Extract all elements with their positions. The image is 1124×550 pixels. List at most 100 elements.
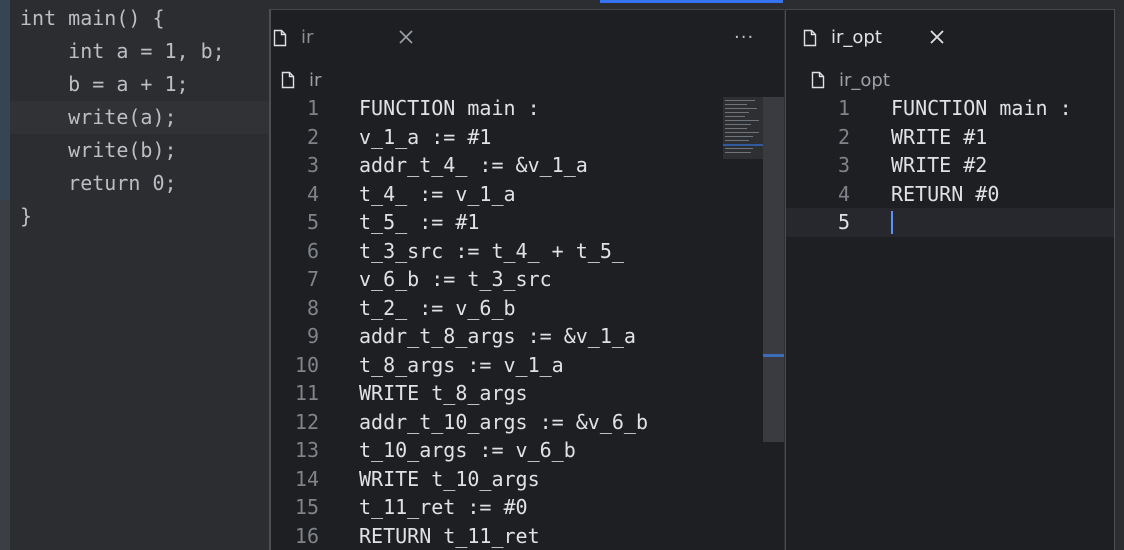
code-line[interactable]: 8 t_2_ := v_6_b [271,294,784,323]
line-number: 2 [837,124,850,149]
source-line-current[interactable]: write(a); [10,101,272,134]
line-text[interactable]: WRITE #1 [891,123,987,152]
line-text[interactable]: addr_t_8_args := &v_1_a [359,322,636,351]
ir-opt-tab-bar: ir_opt [786,10,1114,65]
line-number: 15 [294,495,319,519]
breadcrumb-label: ir [309,69,322,91]
tab-label: ir [301,27,314,48]
line-number: 10 [294,352,319,377]
line-text[interactable]: WRITE t_8_args [359,379,528,408]
code-line[interactable]: 13 t_10_args := v_6_b [271,436,784,465]
line-number: 6 [306,238,319,263]
minimap[interactable] [723,97,763,159]
file-icon [811,71,825,89]
file-icon [281,71,295,89]
line-number: 9 [306,324,319,348]
source-line[interactable]: } [10,200,272,233]
vertical-scrollbar[interactable] [763,97,784,442]
source-line[interactable]: b = a + 1; [10,68,272,101]
source-line[interactable]: return 0; [10,167,272,200]
ir-opt-code-area[interactable]: 1 FUNCTION main : 2 WRITE #1 3 WRITE #2 4 RE… [786,94,1114,237]
source-gutter [0,0,10,550]
ir-code-area[interactable]: 1 FUNCTION main : 2 v_1_a := #1 3 addr_t_4_… [271,94,784,550]
scrollbar-caret-marker [763,354,784,357]
line-number: 5 [837,210,850,234]
tab-label: ir_opt [831,27,882,48]
source-line[interactable]: int main() { [10,2,272,35]
file-icon [803,29,817,46]
line-number: 11 [294,381,319,405]
code-line[interactable]: 4 RETURN #0 [786,180,1114,209]
gutter-change-marker [0,0,10,200]
line-text[interactable]: FUNCTION main : [891,94,1072,123]
code-line[interactable]: 5 t_5_ := #1 [271,208,784,237]
code-line[interactable]: 6 t_3_src := t_4_ + t_5_ [271,237,784,266]
line-number: 16 [294,523,319,548]
code-line-current[interactable]: 5 [786,208,1114,237]
more-icon[interactable]: ··· [734,27,754,48]
line-number: 14 [294,466,319,491]
ir-tab-bar: ir ··· [271,10,784,65]
line-text[interactable]: t_8_args := v_1_a [359,351,564,380]
line-text[interactable]: v_6_b := t_3_src [359,265,552,294]
source-line[interactable]: write(b); [10,134,272,167]
breadcrumb-label: ir_opt [839,69,890,91]
breadcrumb[interactable]: ir_opt [811,68,890,92]
line-text[interactable]: t_5_ := #1 [359,208,479,237]
line-number: 2 [306,124,319,149]
line-number: 3 [306,153,319,177]
code-line[interactable]: 3 addr_t_4_ := &v_1_a [271,151,784,180]
line-number: 4 [837,181,850,206]
line-text[interactable]: t_2_ := v_6_b [359,294,516,323]
source-line[interactable]: int a = 1, b; [10,35,272,68]
line-number: 5 [306,210,319,234]
line-number: 3 [837,153,850,177]
file-icon [273,29,287,46]
line-text[interactable]: RETURN #0 [891,180,999,209]
source-code[interactable]: int main() { int a = 1, b; b = a + 1; wr… [10,2,272,233]
line-number: 13 [294,438,319,462]
close-icon[interactable] [928,28,946,46]
code-line[interactable]: 14 WRITE t_10_args [271,465,784,494]
minimap-caret-marker [723,144,763,146]
code-line[interactable]: 3 WRITE #2 [786,151,1114,180]
line-number: 1 [837,96,850,120]
code-line[interactable]: 1 FUNCTION main : [786,94,1114,123]
code-line[interactable]: 7 v_6_b := t_3_src [271,265,784,294]
line-number: 12 [294,409,319,434]
line-text[interactable]: RETURN t_11_ret [359,522,540,550]
text-caret [891,211,893,234]
code-line[interactable]: 10 t_8_args := v_1_a [271,351,784,380]
code-line[interactable]: 11 WRITE t_8_args [271,379,784,408]
code-line[interactable]: 4 t_4_ := v_1_a [271,180,784,209]
code-line[interactable]: 9 addr_t_8_args := &v_1_a [271,322,784,351]
line-text[interactable]: t_10_args := v_6_b [359,436,576,465]
line-number: 1 [306,96,319,120]
window-focus-accent [600,0,783,3]
close-icon[interactable] [397,28,415,46]
line-text[interactable]: addr_t_10_args := &v_6_b [359,408,648,437]
line-number: 4 [306,181,319,206]
code-line[interactable]: 1 FUNCTION main : [271,94,784,123]
line-text[interactable]: addr_t_4_ := &v_1_a [359,151,588,180]
tab-ir-opt[interactable]: ir_opt [803,10,882,65]
code-line[interactable]: 12 addr_t_10_args := &v_6_b [271,408,784,437]
tab-ir[interactable]: ir [273,10,313,65]
breadcrumb[interactable]: ir [281,68,321,92]
window-edge [1114,9,1124,550]
line-text[interactable]: t_11_ret := #0 [359,493,528,522]
line-text[interactable]: WRITE #2 [891,151,987,180]
code-line[interactable]: 2 WRITE #1 [786,123,1114,152]
line-text[interactable]: v_1_a := #1 [359,123,491,152]
code-line[interactable]: 15 t_11_ret := #0 [271,493,784,522]
line-number: 7 [306,267,319,291]
line-text[interactable]: WRITE t_10_args [359,465,540,494]
line-text[interactable]: t_4_ := v_1_a [359,180,516,209]
line-number: 8 [306,295,319,320]
line-text[interactable]: t_3_src := t_4_ + t_5_ [359,237,624,266]
code-line[interactable]: 2 v_1_a := #1 [271,123,784,152]
line-text[interactable]: FUNCTION main : [359,94,540,123]
ir-opt-editor-panel[interactable]: ir_opt ir_opt 1 FUNCTION main : 2 WRITE #1… [785,9,1114,550]
code-line[interactable]: 16 RETURN t_11_ret [271,522,784,550]
ir-editor-panel[interactable]: ir ··· ir 1 FUNCTION main : 2 v_1_a := #1 … [269,9,784,550]
